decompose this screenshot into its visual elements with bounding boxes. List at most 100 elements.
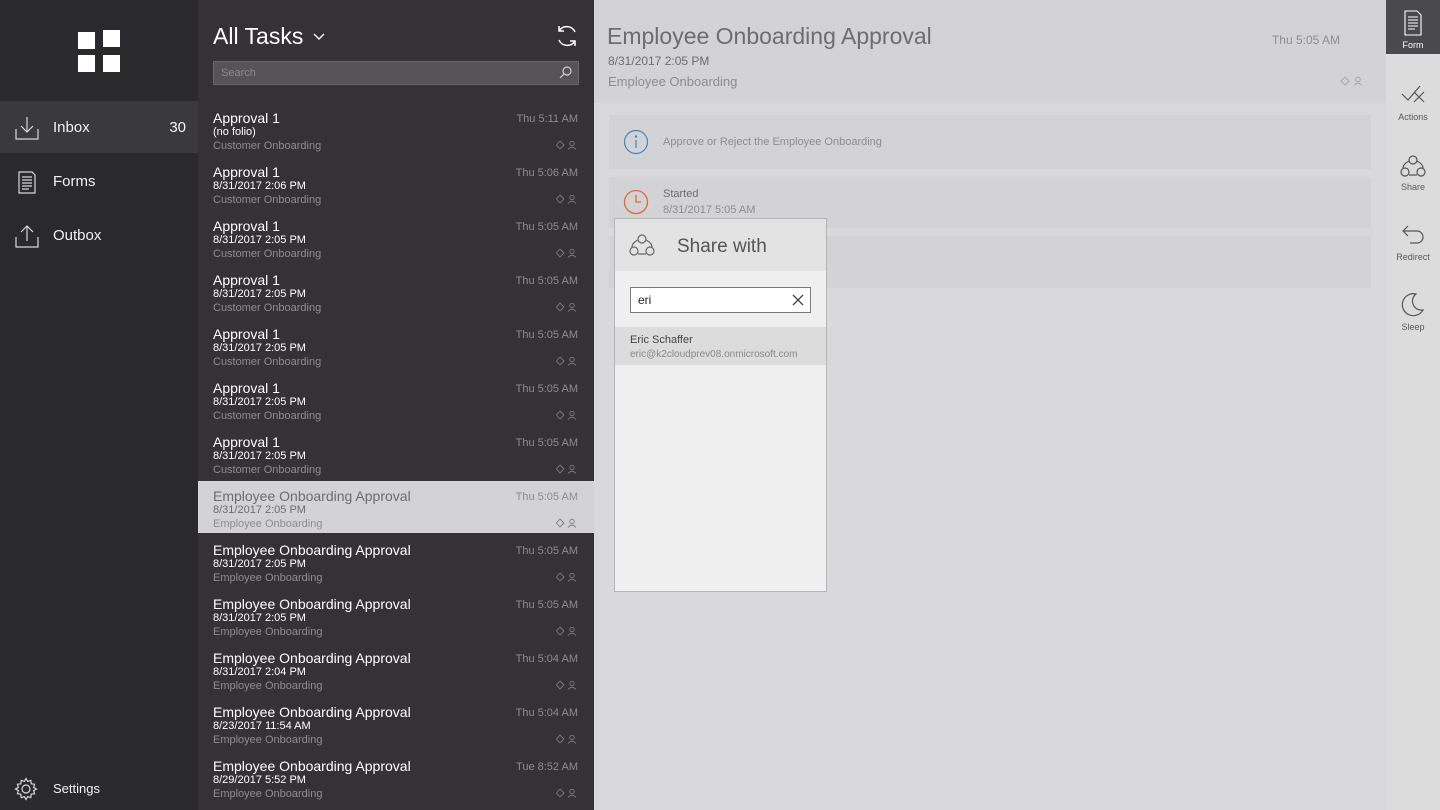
task-row[interactable]: Approval 1 (no folio) Customer Onboarding T… <box>198 103 594 155</box>
inbox-count-badge: 30 <box>169 118 186 136</box>
share-search-box <box>630 287 811 313</box>
task-date: 8/31/2017 2:06 PM <box>213 180 306 192</box>
task-row[interactable]: Employee Onboarding Approval 8/31/2017 2:… <box>198 535 594 587</box>
task-row[interactable]: Approval 1 8/31/2017 2:05 PM Customer Onbo… <box>198 211 594 263</box>
inbox-icon <box>15 117 39 140</box>
task-title: Employee Onboarding Approval <box>213 758 411 774</box>
task-row[interactable]: Approval 1 8/31/2017 2:05 PM Customer Onbo… <box>198 373 594 425</box>
task-row[interactable]: Employee Onboarding Approval 8/31/2017 2:… <box>198 481 594 533</box>
task-date: 8/31/2017 2:05 PM <box>213 288 306 300</box>
task-title: Employee Onboarding Approval <box>213 542 411 558</box>
priority-user-icons <box>556 464 577 474</box>
task-category: Customer Onboarding <box>213 302 322 314</box>
redirect-icon <box>1402 225 1424 244</box>
nav-item-outbox[interactable]: Outbox <box>0 209 198 261</box>
rail-redirect-button[interactable]: Redirect <box>1386 212 1440 266</box>
task-category: Customer Onboarding <box>213 356 322 368</box>
task-title: Approval 1 <box>213 326 280 342</box>
task-date: 8/31/2017 2:05 PM <box>213 234 306 246</box>
task-date: 8/31/2017 2:05 PM <box>213 396 306 408</box>
task-category: Employee Onboarding <box>213 518 323 530</box>
task-date: 8/31/2017 2:05 PM <box>213 558 306 570</box>
task-list-pane: All Tasks Approval 1(no folio)Customer O… <box>198 0 594 810</box>
share-search-input[interactable] <box>631 288 781 312</box>
task-title: Employee Onboarding Approval <box>213 650 411 666</box>
priority-user-icons <box>556 518 577 528</box>
info-text: Approve or Reject the Employee Onboardin… <box>663 136 882 148</box>
task-detail-header: Employee Onboarding Approval 8/31/2017 2… <box>594 0 1386 103</box>
share-dialog-header: Share with <box>615 219 826 271</box>
task-row[interactable]: Approval 1 8/31/2017 2:05 PM Customer Onbo… <box>198 265 594 317</box>
settings-button[interactable]: Settings <box>0 770 198 808</box>
task-row[interactable]: Approval 1 8/31/2017 2:06 PM Customer Onbo… <box>198 157 594 209</box>
rail-sleep-button[interactable]: Sleep <box>1386 282 1440 336</box>
task-category: Employee Onboarding <box>213 788 323 800</box>
detail-date: 8/31/2017 2:05 PM <box>608 54 710 68</box>
status-date: 8/31/2017 5:05 AM <box>663 204 756 216</box>
nav-item-inbox[interactable]: Inbox 30 <box>0 101 198 153</box>
close-icon[interactable] <box>792 294 804 306</box>
priority-user-icons <box>556 788 577 798</box>
share-dialog-title: Share with <box>677 236 767 257</box>
refresh-icon[interactable] <box>554 23 580 49</box>
nav-item-forms[interactable]: Forms <box>0 155 198 207</box>
task-date: (no folio) <box>213 126 256 138</box>
detail-time: Thu 5:05 AM <box>1271 33 1340 47</box>
task-time: Thu 5:06 AM <box>515 167 578 179</box>
forms-icon <box>18 171 36 194</box>
task-row[interactable]: Approval 1 8/31/2017 2:05 PM Customer Onbo… <box>198 319 594 371</box>
result-name: Eric Schaffer <box>630 334 693 346</box>
task-title: Approval 1 <box>213 434 280 450</box>
task-date: 8/31/2017 2:05 PM <box>213 450 306 462</box>
task-time: Tue 8:52 AM <box>516 761 578 773</box>
task-time: Thu 5:05 AM <box>515 383 578 395</box>
search-input[interactable] <box>214 62 544 84</box>
task-filter-dropdown[interactable]: All Tasks <box>213 23 325 50</box>
task-title: Approval 1 <box>213 110 280 126</box>
task-title: Approval 1 <box>213 380 280 396</box>
rail-share-button[interactable]: Share <box>1386 142 1440 196</box>
task-row[interactable]: Employee Onboarding Approval 8/31/2017 2:… <box>198 589 594 641</box>
nav-item-label: Inbox <box>53 118 90 136</box>
share-result-item[interactable]: Eric Schaffer eric@k2cloudprev08.onmicro… <box>615 327 826 365</box>
task-time: Thu 5:05 AM <box>515 491 578 503</box>
rail-actions-button[interactable]: Actions <box>1386 72 1440 126</box>
task-category: Employee Onboarding <box>213 572 323 584</box>
task-time: Thu 5:05 AM <box>515 221 578 233</box>
task-date: 8/23/2017 11:54 AM <box>213 720 311 732</box>
form-icon <box>1404 10 1422 36</box>
sleep-icon <box>1401 293 1425 317</box>
rail-form-button[interactable]: Form <box>1386 0 1440 54</box>
task-row[interactable]: Employee Onboarding Approval 8/31/2017 2:… <box>198 643 594 695</box>
detail-title: Employee Onboarding Approval <box>607 23 932 49</box>
gear-icon <box>14 777 38 801</box>
priority-user-icons <box>556 302 577 312</box>
priority-user-icons <box>556 356 577 366</box>
task-title: Employee Onboarding Approval <box>213 488 411 504</box>
action-rail: Form Actions Share Redirect Sleep <box>1386 0 1440 810</box>
priority-user-icons <box>556 680 577 690</box>
task-title: Approval 1 <box>213 164 280 180</box>
priority-user-icons <box>556 572 577 582</box>
share-with-dialog: Share with Eric Schaffer eric@k2cloudpre… <box>614 218 827 592</box>
task-row[interactable]: Employee Onboarding Approval 8/23/2017 11… <box>198 697 594 749</box>
result-email: eric@k2cloudprev08.onmicrosoft.com <box>630 349 798 360</box>
task-category: Customer Onboarding <box>213 194 322 206</box>
task-category: Customer Onboarding <box>213 410 322 422</box>
task-time: Thu 5:05 AM <box>515 437 578 449</box>
task-title: Employee Onboarding Approval <box>213 704 411 720</box>
chevron-down-icon <box>313 33 325 40</box>
task-time: Thu 5:05 AM <box>515 599 578 611</box>
task-category: Employee Onboarding <box>213 734 323 746</box>
task-row[interactable]: Approval 1 8/31/2017 2:05 PM Customer Onbo… <box>198 427 594 479</box>
task-time: Thu 5:05 AM <box>515 545 578 557</box>
share-icon <box>629 234 655 256</box>
priority-user-icons <box>556 140 577 150</box>
task-title: Employee Onboarding Approval <box>213 596 411 612</box>
task-time: Thu 5:04 AM <box>515 707 578 719</box>
rail-label: Actions <box>1398 112 1428 122</box>
task-row[interactable]: Employee Onboarding Approval 8/29/2017 5:… <box>198 751 594 803</box>
task-date: 8/29/2017 5:52 PM <box>213 774 306 786</box>
priority-user-icons <box>556 626 577 636</box>
search-icon[interactable] <box>559 66 572 79</box>
